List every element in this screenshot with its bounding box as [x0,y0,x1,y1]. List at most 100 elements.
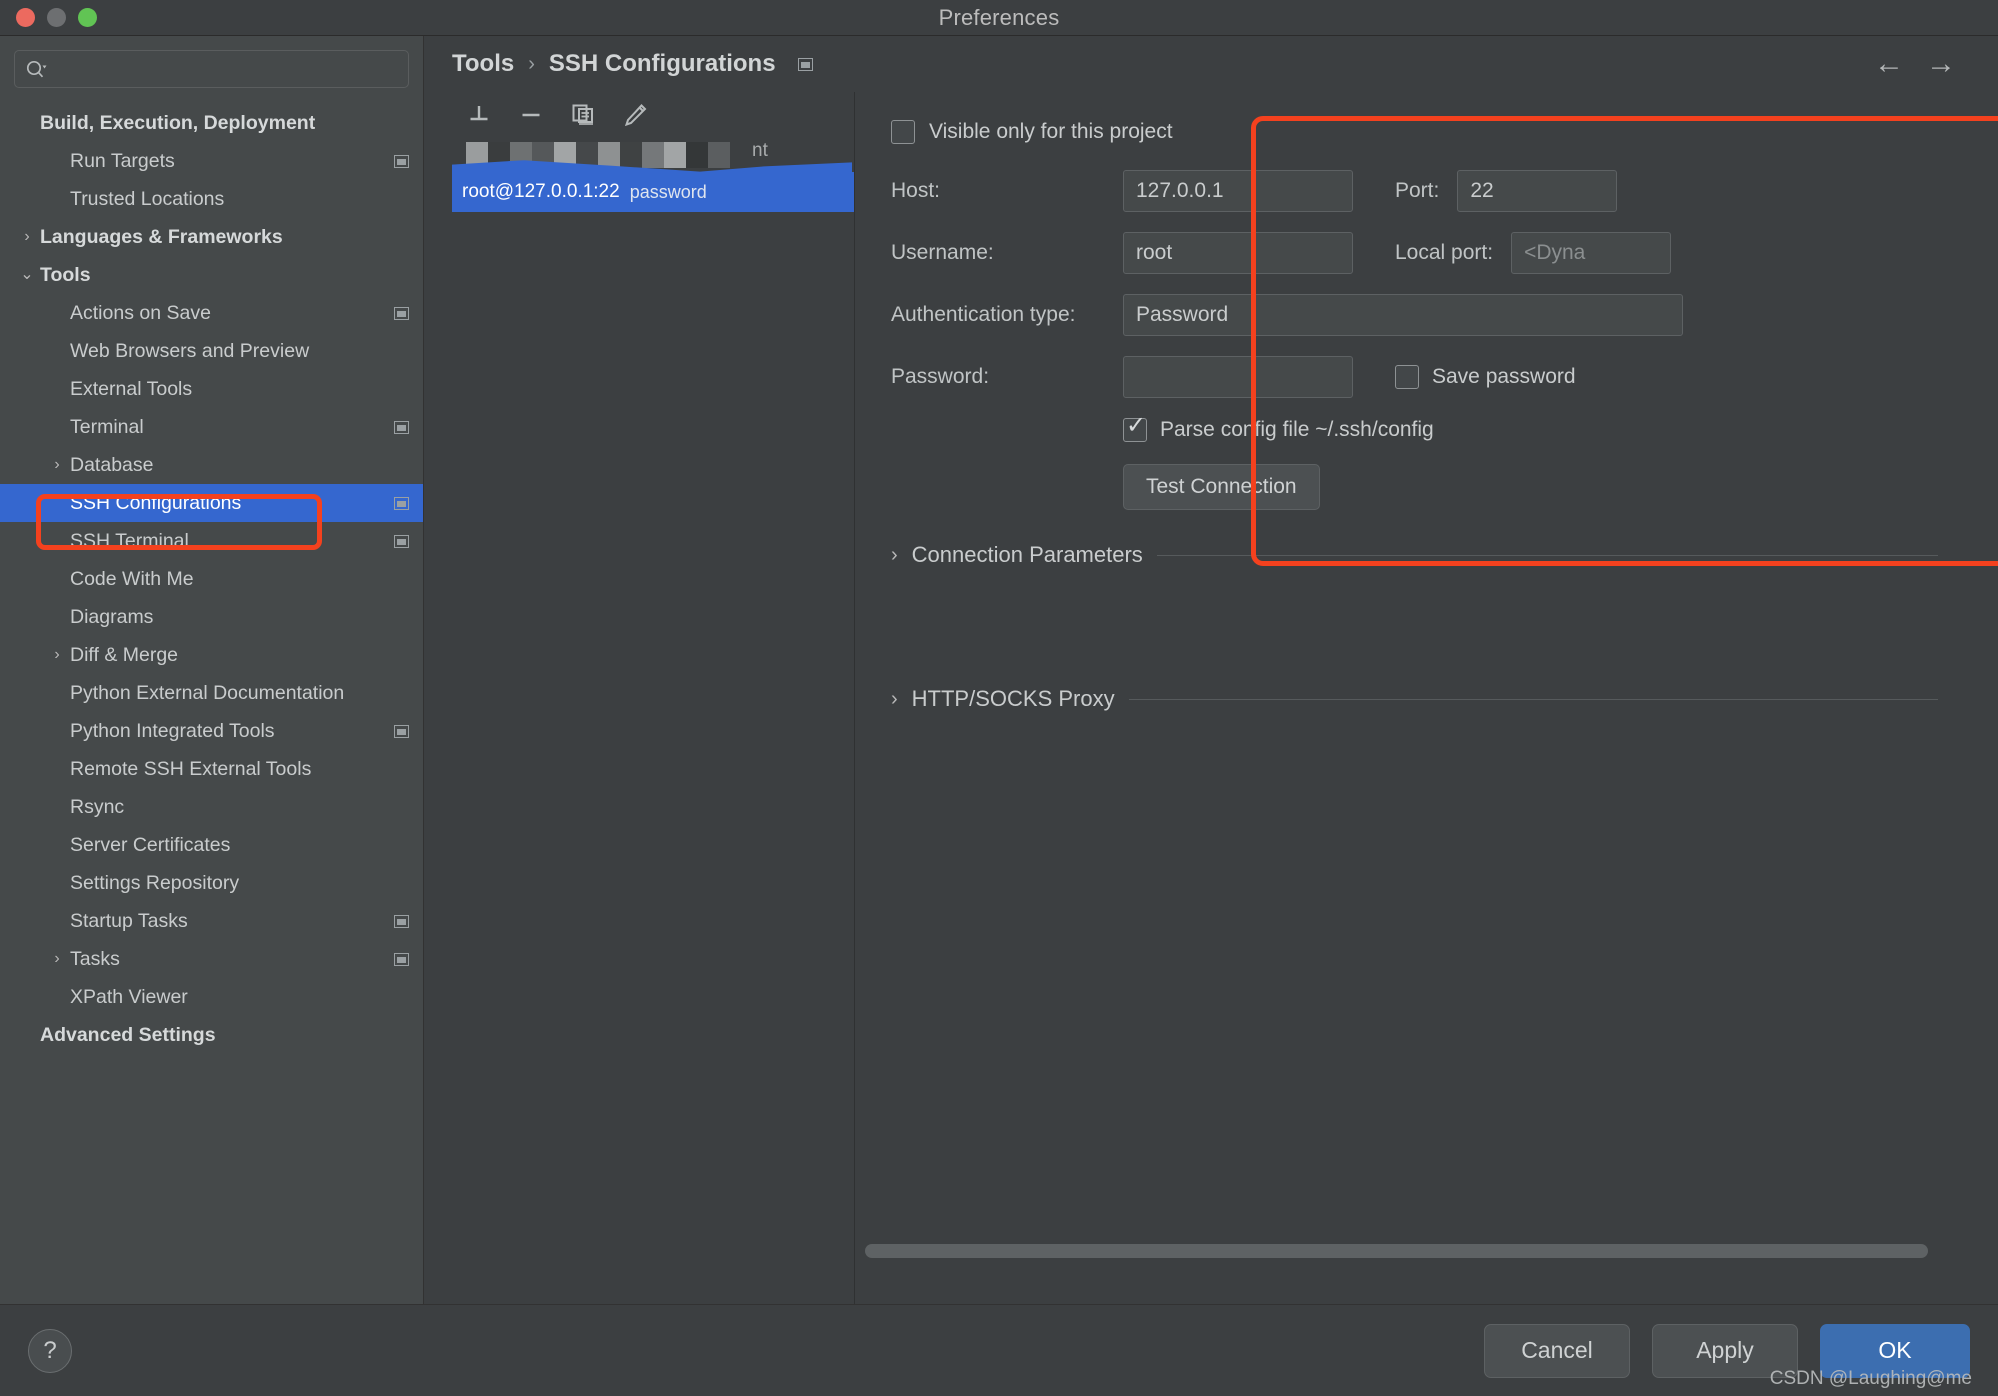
help-button[interactable]: ? [28,1328,72,1373]
sidebar-item-python-external-documentation[interactable]: Python External Documentation [0,674,423,712]
auth-type-row: Authentication type: Password [891,294,1998,336]
config-scope-icon[interactable] [394,306,409,320]
sidebar-item-diagrams[interactable]: Diagrams [0,598,423,636]
sidebar-item-external-tools[interactable]: External Tools [0,370,423,408]
search-icon [25,59,47,79]
sidebar-item-settings-repository[interactable]: Settings Repository [0,864,423,902]
sidebar-item-label: Advanced Settings [40,1023,216,1046]
search-input[interactable] [53,59,398,79]
breadcrumb-current: SSH Configurations [548,50,776,77]
auth-type-select[interactable]: Password [1123,294,1683,336]
sidebar-item-remote-ssh-external-tools[interactable]: Remote SSH External Tools [0,750,423,788]
sidebar-item-xpath-viewer[interactable]: XPath Viewer [0,978,423,1016]
visible-only-checkbox[interactable] [891,120,915,144]
sidebar-item-ssh-configurations[interactable]: SSH Configurations [0,484,423,522]
parse-config-label: Parse config file ~/.ssh/config [1160,418,1434,441]
save-password-row[interactable]: Save password [1395,365,1576,389]
settings-sidebar: Build, Execution, Deployment Run Targets T… [0,36,424,1304]
list-item-redacted[interactable]: nt [452,138,854,180]
config-scope-icon[interactable] [394,154,409,168]
ssh-config-list[interactable]: nt root@127.0.0.1:22 password [452,138,854,1304]
sidebar-item-code-with-me[interactable]: Code With Me [0,560,423,598]
config-scope-icon[interactable] [394,724,409,738]
visible-only-label: Visible only for this project [929,120,1173,143]
sidebar-item-server-certificates[interactable]: Server Certificates [0,826,423,864]
password-input[interactable] [1123,356,1353,398]
ok-button[interactable]: OK [1820,1323,1970,1378]
ssh-config-name: root@127.0.0.1:22 [462,181,620,202]
test-connection-row: Test Connection [1123,464,1998,510]
apply-button[interactable]: Apply [1652,1323,1798,1378]
sidebar-item-trusted-locations[interactable]: Trusted Locations [0,180,423,218]
sidebar-item-label: Remote SSH External Tools [70,757,312,780]
sidebar-item-tasks[interactable]: › Tasks [0,940,423,978]
config-scope-icon[interactable] [394,496,409,510]
chevron-right-icon: › [891,687,898,710]
port-label: Port: [1395,179,1440,202]
port-input[interactable]: 22 [1457,170,1618,212]
ssh-config-detail: Visible only for this project Host: 127.… [854,92,1998,1304]
visible-only-row[interactable]: Visible only for this project [891,120,1998,144]
proxy-label: HTTP/SOCKS Proxy [911,686,1115,711]
breadcrumb-parent[interactable]: Tools [452,50,514,78]
breadcrumb-separator-icon: › [528,52,535,75]
panel-row: nt root@127.0.0.1:22 password Visible on [424,92,1998,1304]
sidebar-item-startup-tasks[interactable]: Startup Tasks [0,902,423,940]
ssh-config-list-column: nt root@127.0.0.1:22 password [424,92,854,1304]
auth-type-label: Authentication type: [891,303,1076,326]
sidebar-item-label: Actions on Save [70,301,211,324]
local-port-input[interactable]: <Dyna [1511,232,1672,274]
chevron-right-icon[interactable]: › [44,647,70,663]
username-input[interactable]: root [1123,232,1353,274]
chevron-down-icon[interactable]: ⌄ [14,267,40,283]
sidebar-item-diff-merge[interactable]: › Diff & Merge [0,636,423,674]
config-scope-icon[interactable] [797,57,813,71]
edit-icon[interactable] [618,98,652,132]
sidebar-item-build-execution-deployment[interactable]: Build, Execution, Deployment [0,104,423,142]
config-scope-icon[interactable] [394,952,409,966]
sidebar-item-label: Terminal [70,415,144,438]
password-row: Password: Save password [891,356,1998,398]
cancel-button[interactable]: Cancel [1484,1323,1630,1378]
parse-config-row[interactable]: Parse config file ~/.ssh/config [1123,414,1998,442]
host-input[interactable]: 127.0.0.1 [1123,170,1353,212]
sidebar-item-label: Build, Execution, Deployment [40,111,316,134]
sidebar-item-run-targets[interactable]: Run Targets [0,142,423,180]
chevron-right-icon[interactable]: › [44,457,70,473]
config-scope-icon[interactable] [394,534,409,548]
copy-icon[interactable] [566,98,600,132]
password-label: Password: [891,365,990,388]
parse-config-checkbox[interactable] [1123,414,1147,442]
search-box[interactable] [14,50,409,88]
test-connection-button[interactable]: Test Connection [1123,464,1320,510]
sidebar-item-label: SSH Terminal [70,529,189,552]
sidebar-item-ssh-terminal[interactable]: SSH Terminal [0,522,423,560]
sidebar-item-languages-frameworks[interactable]: › Languages & Frameworks [0,218,423,256]
connection-parameters-section[interactable]: › Connection Parameters [891,542,1998,568]
back-arrow-icon[interactable]: ← [1874,49,1904,79]
chevron-right-icon[interactable]: › [14,229,40,245]
config-scope-icon[interactable] [394,914,409,928]
sidebar-item-tools[interactable]: ⌄ Tools [0,256,423,294]
sidebar-item-python-integrated-tools[interactable]: Python Integrated Tools [0,712,423,750]
add-icon[interactable] [462,98,496,132]
breadcrumb: Tools › SSH Configurations ← → [424,36,1998,92]
config-scope-icon[interactable] [394,420,409,434]
proxy-section[interactable]: › HTTP/SOCKS Proxy [891,686,1998,712]
save-password-checkbox[interactable] [1395,365,1419,389]
sidebar-item-label: SSH Configurations [70,491,242,514]
sidebar-item-database[interactable]: › Database [0,446,423,484]
forward-arrow-icon[interactable]: → [1926,49,1956,79]
sidebar-item-actions-on-save[interactable]: Actions on Save [0,294,423,332]
sidebar-item-web-browsers-and-preview[interactable]: Web Browsers and Preview [0,332,423,370]
sidebar-item-rsync[interactable]: Rsync [0,788,423,826]
sidebar-item-advanced-settings[interactable]: Advanced Settings [0,1016,423,1054]
sidebar-item-label: Database [70,453,154,476]
host-row: Host: 127.0.0.1 Port: 22 [891,170,1998,212]
chevron-right-icon[interactable]: › [44,951,70,967]
horizontal-scrollbar[interactable] [865,1244,1928,1258]
local-port-label: Local port: [1395,241,1494,264]
sidebar-item-terminal[interactable]: Terminal [0,408,423,446]
horizontal-scrollbar-wrap [865,1244,1928,1258]
remove-icon[interactable] [514,98,548,132]
